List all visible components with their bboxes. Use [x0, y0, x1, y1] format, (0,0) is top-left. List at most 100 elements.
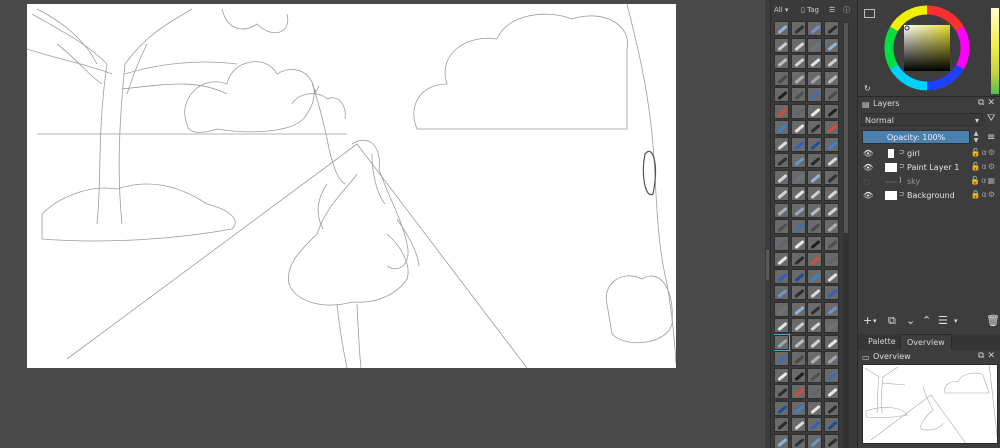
layer-properties-icon[interactable]: ☰	[938, 314, 948, 327]
brush-preset[interactable]	[807, 334, 822, 350]
brush-preset[interactable]	[790, 169, 806, 185]
brush-preset[interactable]	[823, 252, 839, 267]
brush-preset[interactable]	[774, 367, 789, 383]
add-layer-dropdown-icon[interactable]: ▾	[873, 317, 877, 325]
brush-preset[interactable]	[774, 318, 789, 333]
eye-hidden-icon[interactable]: ◌	[863, 177, 872, 186]
brush-preset[interactable]	[774, 400, 789, 416]
brush-preset[interactable]	[790, 334, 806, 350]
brush-preset[interactable]	[823, 103, 839, 119]
brush-preset[interactable]	[823, 169, 839, 185]
brush-preset[interactable]	[807, 21, 822, 36]
color-wheel[interactable]	[882, 4, 972, 92]
brush-preset[interactable]	[790, 268, 806, 284]
brush-preset[interactable]	[807, 169, 822, 185]
brush-preset[interactable]	[790, 285, 806, 300]
add-layer-icon[interactable]: +	[863, 314, 872, 327]
brush-preset[interactable]	[790, 219, 806, 234]
brush-preset[interactable]	[774, 153, 789, 168]
filter-icon[interactable]: ⛛	[987, 113, 995, 124]
brush-preset[interactable]	[823, 70, 839, 86]
close-icon[interactable]: ✕	[987, 98, 998, 108]
brush-preset[interactable]	[774, 21, 789, 36]
layer-row[interactable]: 👁 ⊃ Background 🔒α⚙	[861, 189, 999, 203]
brush-preset[interactable]	[774, 37, 789, 53]
brush-preset[interactable]	[774, 202, 789, 218]
brush-preset[interactable]	[790, 417, 806, 432]
brush-preset[interactable]	[790, 136, 806, 152]
brush-preset[interactable]	[790, 103, 806, 119]
brush-preset[interactable]	[790, 21, 806, 36]
brush-preset[interactable]	[823, 153, 839, 168]
brush-preset[interactable]	[823, 301, 839, 317]
brush-preset[interactable]	[823, 367, 839, 383]
brush-preset[interactable]	[807, 153, 822, 168]
scrollbar-thumb[interactable]	[844, 23, 848, 233]
layer-name[interactable]: girl	[907, 149, 920, 158]
brush-preset[interactable]	[790, 120, 806, 135]
eye-icon[interactable]: 👁	[863, 149, 873, 158]
move-up-icon[interactable]: ⌃	[922, 314, 931, 327]
opacity-slider[interactable]: Opacity: 100%	[862, 130, 970, 144]
brush-preset[interactable]	[807, 318, 822, 333]
blend-mode-select[interactable]: Normal ▾	[861, 113, 983, 126]
brush-preset[interactable]	[823, 268, 839, 284]
color-menu-icon[interactable]	[864, 9, 875, 18]
value-slider[interactable]	[991, 8, 999, 94]
brush-preset[interactable]	[790, 202, 806, 218]
tag-filter-dropdown[interactable]: All ▾	[774, 5, 788, 16]
brush-preset[interactable]	[823, 384, 839, 399]
brush-preset[interactable]	[807, 367, 822, 383]
tag-button[interactable]: ▯ Tag	[801, 5, 819, 16]
brush-preset[interactable]	[774, 384, 789, 399]
brush-preset[interactable]	[807, 351, 822, 366]
brush-preset[interactable]	[790, 153, 806, 168]
brush-preset[interactable]	[807, 37, 822, 53]
layer-name[interactable]: sky	[907, 177, 920, 186]
properties-dropdown-icon[interactable]: ▾	[954, 317, 958, 325]
brush-preset[interactable]	[823, 120, 839, 135]
brush-preset[interactable]	[823, 219, 839, 234]
brush-preset[interactable]	[823, 202, 839, 218]
brush-preset[interactable]	[807, 120, 822, 135]
brush-preset[interactable]	[823, 285, 839, 300]
brush-preset[interactable]	[807, 136, 822, 152]
layer-name[interactable]: Background	[907, 191, 955, 200]
move-down-icon[interactable]: ⌄	[906, 314, 915, 327]
delete-layer-icon[interactable]: 🗑	[986, 314, 1000, 327]
brush-preset[interactable]	[790, 318, 806, 333]
brush-preset[interactable]	[774, 54, 789, 69]
brush-preset[interactable]	[823, 136, 839, 152]
brush-preset[interactable]	[790, 87, 806, 102]
layer-name[interactable]: Paint Layer 1	[907, 163, 959, 172]
layer-row[interactable]: 👁 ⊃ Paint Layer 1 🔓α⚙	[861, 161, 999, 175]
layer-flags[interactable]: 🔓α⚙	[971, 162, 996, 171]
brush-preset[interactable]	[774, 235, 789, 251]
brush-preset[interactable]	[774, 417, 789, 432]
brush-preset[interactable]	[774, 186, 789, 201]
close-icon[interactable]: ✕	[987, 351, 998, 361]
layer-row[interactable]: 👁 ⊃ girl 🔓α⚙	[861, 147, 999, 161]
duplicate-layer-icon[interactable]: ⧉	[888, 314, 896, 328]
brush-preset[interactable]	[807, 186, 822, 201]
eye-icon[interactable]: 👁	[863, 163, 873, 172]
brush-preset[interactable]	[790, 301, 806, 317]
layer-flags[interactable]: 🔒α⚙	[971, 190, 996, 199]
brush-preset[interactable]	[807, 70, 822, 86]
brush-preset[interactable]	[823, 21, 839, 36]
brush-preset[interactable]	[790, 186, 806, 201]
brush-preset[interactable]	[774, 285, 789, 300]
view-menu-icon[interactable]: ☰	[829, 5, 835, 16]
brush-preset[interactable]	[823, 334, 839, 350]
brush-preset[interactable]	[807, 202, 822, 218]
brush-preset[interactable]	[774, 120, 789, 135]
brush-preset[interactable]	[774, 268, 789, 284]
brush-preset[interactable]	[823, 235, 839, 251]
brush-preset[interactable]	[823, 37, 839, 53]
brush-preset[interactable]	[807, 417, 822, 432]
scrollbar-thumb[interactable]	[766, 250, 769, 280]
brush-preset[interactable]	[807, 285, 822, 300]
brush-preset[interactable]	[774, 301, 789, 317]
brush-preset[interactable]	[790, 400, 806, 416]
brush-preset[interactable]	[774, 70, 789, 86]
